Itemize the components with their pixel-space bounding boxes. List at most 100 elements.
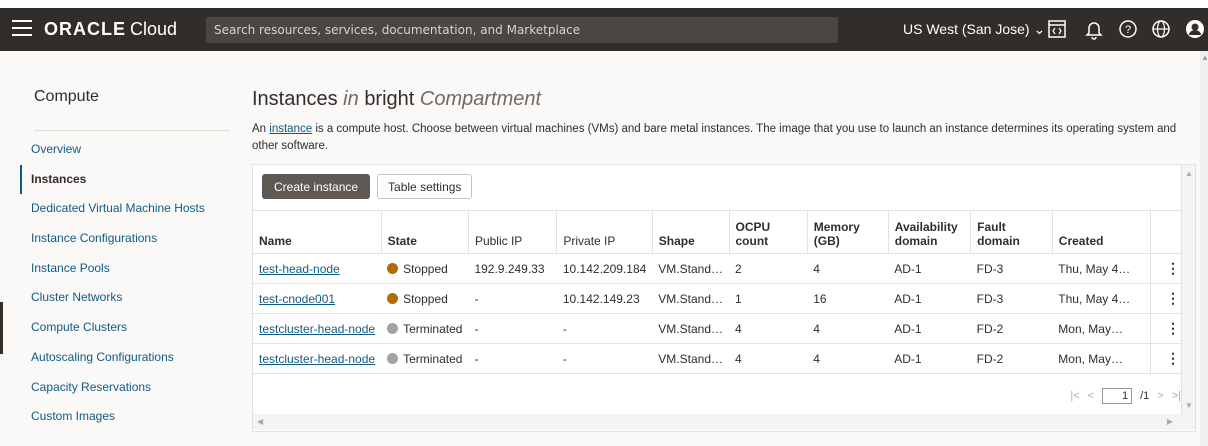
left-accent-bar: [0, 302, 3, 354]
cell-ocpu: 2: [729, 253, 808, 284]
prev-page-icon[interactable]: <: [1088, 390, 1094, 402]
sidebar-item-cluster-networks[interactable]: Cluster Networks: [20, 283, 230, 313]
col-shape[interactable]: Shape: [652, 210, 730, 254]
col-state[interactable]: State: [381, 210, 469, 254]
cell-shape: VM.Stand…: [652, 313, 729, 344]
instance-doc-link[interactable]: instance: [269, 123, 312, 135]
next-page-icon[interactable]: >: [1157, 390, 1163, 402]
table-horizontal-scrollbar[interactable]: ◀ ▶: [253, 414, 1195, 430]
sidebar-item-dedicated-virtual-machine-hosts[interactable]: Dedicated Virtual Machine Hosts: [20, 194, 230, 224]
table-header-row: Name State Public IP Private IP Shape OC…: [253, 210, 1195, 254]
cell-memory: 4: [807, 253, 889, 284]
cell-created: Mon, May…: [1052, 313, 1151, 344]
table-vertical-scrollbar[interactable]: ▲ ▼: [1181, 165, 1195, 414]
cloud-shell-icon[interactable]: [1046, 18, 1068, 40]
cell-shape: VM.Stand…: [652, 253, 729, 284]
bell-icon[interactable]: [1083, 18, 1105, 40]
instance-name-link[interactable]: testcluster-head-node: [259, 352, 375, 366]
region-label: US West (San Jose): [903, 21, 1030, 37]
cell-ad: AD-1: [888, 253, 971, 284]
region-selector[interactable]: US West (San Jose) ⌄: [903, 21, 1045, 38]
create-instance-button[interactable]: Create instance: [262, 174, 371, 199]
page-total: /1: [1140, 390, 1150, 402]
sidebar-title: Compute: [34, 88, 99, 105]
profile-icon[interactable]: [1184, 18, 1206, 40]
page-scrollbar[interactable]: ▲: [1200, 51, 1208, 446]
col-memory[interactable]: Memory (GB): [807, 210, 889, 254]
col-ocpu-l2: count: [735, 234, 769, 248]
cell-public-ip: -: [468, 343, 557, 374]
table-row: testcluster-head-node Terminated - - VM.Stan…: [253, 343, 1195, 374]
sidebar-item-autoscaling-configurations[interactable]: Autoscaling Configurations: [20, 343, 230, 373]
col-private-ip: Private IP: [556, 210, 653, 254]
col-created[interactable]: Created: [1052, 210, 1152, 254]
col-ad-l2: domain: [894, 234, 938, 248]
instance-name-link[interactable]: testcluster-head-node: [259, 322, 375, 336]
col-availability-domain[interactable]: Availability domain: [888, 210, 972, 254]
state-label: Stopped: [403, 261, 448, 276]
sidebar-item-custom-images[interactable]: Custom Images: [20, 402, 230, 432]
cell-ocpu: 1: [729, 283, 808, 314]
col-fault-domain[interactable]: Fault domain: [970, 210, 1053, 254]
instance-name-link[interactable]: test-head-node: [259, 262, 340, 276]
cell-shape: VM.Stand…: [652, 283, 729, 314]
cell-name: testcluster-head-node: [253, 343, 382, 374]
table-row: test-head-node Stopped 192.9.249.33 10.142.…: [253, 253, 1195, 284]
instance-name-link[interactable]: test-cnode001: [259, 292, 335, 306]
cell-memory: 16: [807, 283, 889, 314]
col-ad-l1: Availability: [894, 220, 958, 234]
search-input[interactable]: Search resources, services, documentatio…: [206, 17, 838, 43]
cell-state: Stopped: [381, 283, 469, 314]
cell-private-ip: -: [556, 313, 653, 344]
cell-fd: FD-2: [970, 313, 1053, 344]
instances-table: Name State Public IP Private IP Shape OC…: [253, 210, 1195, 374]
cell-shape: VM.Stand…: [652, 343, 729, 374]
table-settings-button[interactable]: Table settings: [377, 174, 473, 199]
table-row: testcluster-head-node Terminated - - VM.Stan…: [253, 313, 1195, 344]
sidebar-item-compute-clusters[interactable]: Compute Clusters: [20, 313, 230, 343]
sidebar-item-instance-configurations[interactable]: Instance Configurations: [20, 224, 230, 254]
cell-ad: AD-1: [888, 343, 971, 374]
cell-name: testcluster-head-node: [253, 313, 382, 344]
col-fd-l2: domain: [977, 234, 1020, 248]
sidebar-item-capacity-reservations[interactable]: Capacity Reservations: [20, 373, 230, 403]
page-description: An instance is a compute host. Choose be…: [252, 121, 1192, 155]
brand-oracle: ORACLE: [44, 19, 126, 39]
cell-fd: FD-3: [970, 283, 1053, 314]
cell-fd: FD-2: [970, 343, 1053, 374]
cell-private-ip: -: [556, 343, 653, 374]
cell-ocpu: 4: [729, 313, 808, 344]
sidebar-item-overview[interactable]: Overview: [20, 135, 230, 165]
compute-sidebar: Compute Overview Instances Dedicated Virtu…: [20, 88, 230, 432]
brand-cloud: Cloud: [130, 19, 178, 39]
help-icon[interactable]: ?: [1117, 18, 1139, 40]
cell-name: test-head-node: [253, 253, 382, 284]
state-status-icon: [387, 322, 399, 334]
state-status-icon: [387, 352, 399, 364]
last-page-icon[interactable]: >|: [1172, 390, 1181, 402]
main-content: Instances in bright Compartment An insta…: [252, 88, 1200, 432]
table-toolbar: Create instance Table settings: [262, 174, 473, 199]
state-label: Stopped: [403, 291, 448, 306]
page-title: Instances in bright Compartment: [252, 88, 1200, 111]
cell-memory: 4: [807, 313, 889, 344]
col-name[interactable]: Name: [253, 210, 382, 254]
desc-prefix: An: [252, 123, 267, 135]
cell-memory: 4: [807, 343, 889, 374]
first-page-icon[interactable]: |<: [1070, 390, 1079, 402]
top-navigation-bar: ORACLE Cloud Search resources, services, …: [0, 8, 1208, 51]
sidebar-item-instance-pools[interactable]: Instance Pools: [20, 254, 230, 284]
col-ocpu[interactable]: OCPU count: [729, 210, 808, 254]
page-number-input[interactable]: 1: [1102, 388, 1133, 404]
sidebar-divider: [34, 130, 230, 131]
sidebar-item-instances[interactable]: Instances: [20, 164, 230, 195]
cell-public-ip: -: [468, 313, 557, 344]
globe-icon[interactable]: [1150, 18, 1172, 40]
title-compartment-name: bright: [364, 88, 415, 110]
menu-icon[interactable]: [12, 20, 32, 38]
cell-name: test-cnode001: [253, 283, 382, 314]
cell-created: Mon, May…: [1052, 343, 1151, 374]
cell-public-ip: -: [468, 283, 557, 314]
cell-ocpu: 4: [729, 343, 808, 374]
oracle-cloud-logo[interactable]: ORACLE Cloud: [44, 19, 177, 40]
